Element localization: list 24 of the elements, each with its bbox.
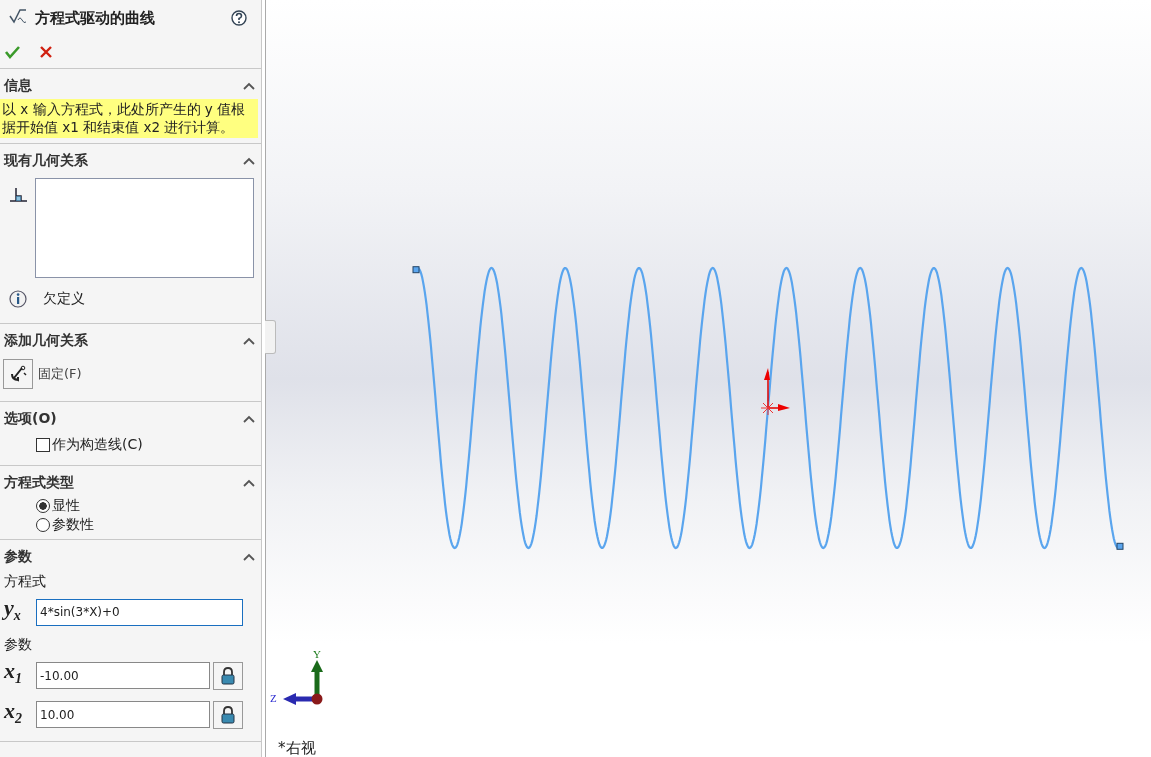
parameters-label: 参数	[3, 635, 33, 655]
section-title: 添加几何关系	[4, 332, 88, 350]
section-title: 信息	[4, 77, 32, 95]
definition-status: 欠定义	[43, 290, 85, 308]
section-title: 现有几何关系	[4, 152, 88, 170]
view-name: *右视	[278, 740, 316, 757]
parameter-symbol: x$_{1}$	[4, 658, 23, 689]
info-message: 以 x 输入方程式，此处所产生的 y 值根据开始值 x1 和结束值 x2 进行计算。	[0, 99, 258, 138]
equation-label: 方程式	[3, 572, 47, 591]
equation-symbol: y$_{x}$	[4, 595, 22, 626]
radio-label: 显性	[52, 496, 80, 515]
parameter-field[interactable]: 10.00	[36, 701, 210, 729]
axis-label: Z	[270, 692, 277, 704]
fix-label: 固定(F)	[38, 365, 82, 383]
equation-field[interactable]: 4*sin(3*X)+0	[36, 598, 243, 626]
radio-label: 参数性	[52, 515, 94, 534]
axis-label: Y	[313, 648, 321, 660]
section-title: 参数	[4, 548, 32, 566]
checkbox-label: 作为构造线(C)	[52, 436, 143, 454]
section-title: 选项(O)	[4, 410, 57, 428]
panel-title: 方程式驱动的曲线	[35, 8, 156, 28]
section-title: 方程式类型	[4, 474, 74, 492]
parameter-field[interactable]: -10.00	[36, 662, 210, 690]
parameter-symbol: x$_{2}$	[4, 697, 23, 729]
